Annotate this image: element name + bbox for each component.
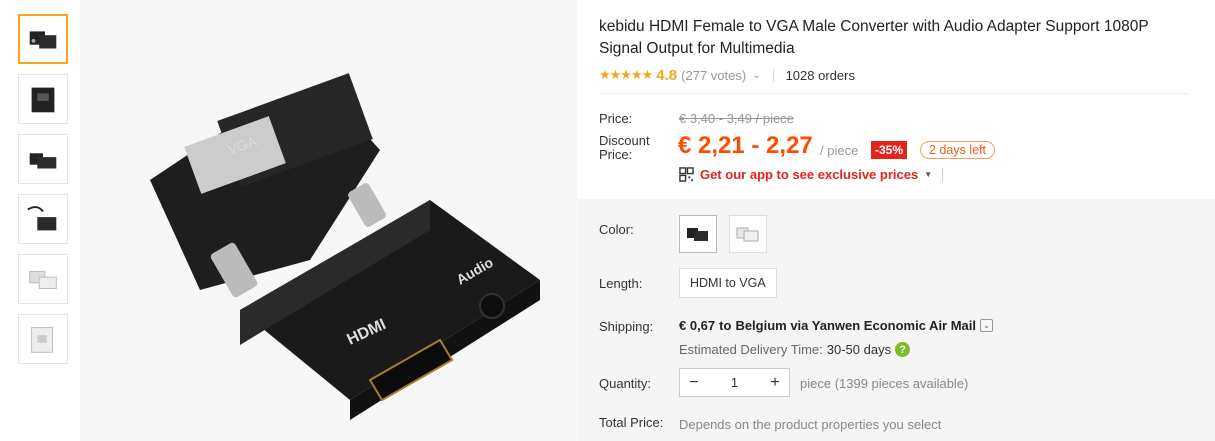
color-label: Color: <box>599 222 634 237</box>
estimated-delivery: Estimated Delivery Time: 30-50 days ? <box>679 342 911 357</box>
estimated-delivery-label: Estimated Delivery Time: <box>679 342 823 357</box>
thumbnail-gallery <box>18 14 70 374</box>
price-label: Price: <box>599 111 633 126</box>
thumbnail-3[interactable] <box>18 134 68 184</box>
shipping-label: Shipping: <box>599 319 654 334</box>
black-adapter-icon <box>687 228 708 241</box>
adapter-white-image-icon <box>29 270 57 289</box>
dropdown-icon[interactable]: ⌄ <box>980 319 994 332</box>
white-adapter-icon <box>736 227 759 242</box>
original-price: € 3,40 - 3,49 / piece <box>679 111 794 126</box>
adapter-image-icon <box>29 31 57 49</box>
shipping-info: € 0,67 to Belgium via Yanwen Economic Ai… <box>679 318 994 333</box>
discount-price-label: Discount Price: <box>599 133 650 162</box>
adapter-image-icon <box>29 153 57 169</box>
shipping-to: to <box>719 318 732 333</box>
color-option-white[interactable] <box>729 215 767 253</box>
length-label: Length: <box>599 276 643 291</box>
product-title: kebidu HDMI Female to VGA Male Converter… <box>599 18 1149 57</box>
orders-count: 1028 orders <box>785 67 855 83</box>
quantity-stepper: − 1 + <box>679 368 790 397</box>
thumbnail-5[interactable] <box>18 254 68 304</box>
thumbnail-2[interactable] <box>18 74 68 124</box>
discount-badge: -35% <box>871 141 908 159</box>
product-info-panel: kebidu HDMI Female to VGA Male Converter… <box>578 0 1215 441</box>
quantity-available: piece (1399 pieces available) <box>800 376 969 391</box>
thumbnail-1[interactable] <box>18 14 68 64</box>
rating-row: ★★★★★ 4.8 (277 votes) ⌄ 1028 orders <box>599 65 855 85</box>
help-icon[interactable]: ? <box>895 342 911 357</box>
app-promo[interactable]: Get our app to see exclusive prices ▼ <box>679 167 944 182</box>
adapter-cable-image-icon <box>27 206 57 231</box>
hdmi-vga-adapter-image: VGA HDMI Audio <box>80 0 577 441</box>
divider <box>942 167 944 182</box>
main-product-image[interactable]: VGA HDMI Audio <box>80 0 577 441</box>
divider <box>772 68 774 82</box>
shipping-destination[interactable]: Belgium via Yanwen Economic Air Mail <box>735 318 976 333</box>
total-price-label: Total Price: <box>599 415 664 430</box>
rating-stars: ★★★★★ <box>599 67 653 82</box>
divider <box>599 93 1189 94</box>
chevron-down-icon[interactable]: ⌄ <box>752 70 760 81</box>
color-option-black[interactable] <box>679 215 717 253</box>
length-option[interactable]: HDMI to VGA <box>679 268 777 298</box>
increment-button[interactable]: + <box>761 369 789 396</box>
decrement-button[interactable]: − <box>680 369 708 396</box>
app-promo-text[interactable]: Get our app to see exclusive prices <box>700 167 918 182</box>
thumbnail-6[interactable] <box>18 314 68 364</box>
thumbnail-4[interactable] <box>18 194 68 244</box>
qr-code-icon <box>679 167 694 182</box>
votes-count[interactable]: (277 votes) <box>681 68 746 83</box>
adapter-image-icon <box>31 87 55 113</box>
estimated-delivery-days: 30-50 days <box>826 342 892 357</box>
shipping-cost: € 0,67 <box>679 318 716 333</box>
caret-down-icon[interactable]: ▼ <box>924 170 932 179</box>
per-piece-label: / piece <box>820 143 859 158</box>
days-left-badge: 2 days left <box>920 141 995 159</box>
adapter-white-image-icon <box>31 327 53 353</box>
rating-value: 4.8 <box>656 66 678 84</box>
total-price-text: Depends on the product properties you se… <box>679 417 942 432</box>
discount-price: € 2,21 - 2,27 <box>678 132 813 159</box>
quantity-label: Quantity: <box>599 376 652 391</box>
quantity-input[interactable]: 1 <box>708 375 761 390</box>
